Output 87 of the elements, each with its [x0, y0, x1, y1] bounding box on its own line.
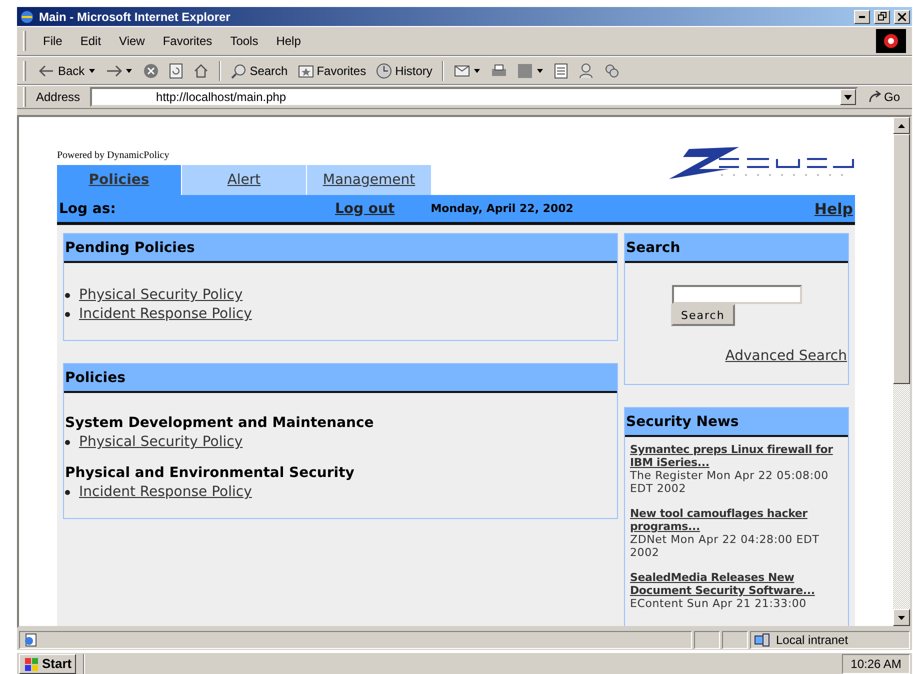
- logout-link[interactable]: Log out: [335, 200, 395, 216]
- forward-arrow-icon: [106, 64, 122, 76]
- policy-link[interactable]: Incident Response Policy: [79, 306, 252, 322]
- caret-icon: [473, 68, 482, 74]
- restore-icon: [878, 12, 886, 21]
- menu-item[interactable]: View: [112, 32, 152, 50]
- news-source-text: ZDNet Mon Apr 22 04:28:00 EDT 2002: [630, 533, 820, 559]
- caret-icon: [536, 68, 544, 74]
- bullet-icon: [65, 490, 70, 494]
- news-source-text: EContent Sun Apr 21 21:33:00: [630, 597, 808, 610]
- up-arrow-icon: [898, 124, 905, 128]
- minimize-icon: [859, 16, 865, 18]
- caret-icon: [124, 68, 133, 74]
- people-icon: [604, 62, 620, 78]
- menu-item[interactable]: Favorites: [156, 32, 220, 50]
- history-button[interactable]: History: [373, 60, 436, 80]
- down-arrow-icon: [898, 616, 905, 620]
- category-heading: System Development and Maintenance: [65, 415, 375, 431]
- panel-header: Policies: [64, 364, 617, 393]
- news-headline-link[interactable]: New tool camouflages hacker programs...: [630, 507, 844, 533]
- news-headline-link[interactable]: Symantec preps Linux firewall for IBM iSeries...: [630, 443, 844, 469]
- browser-logo: [876, 29, 906, 53]
- go-arrow-icon: [868, 90, 882, 104]
- close-button[interactable]: [894, 10, 910, 24]
- scroll-thumb[interactable]: [893, 134, 910, 384]
- printer-icon: [491, 62, 508, 78]
- stop-icon: [142, 62, 159, 78]
- nav-tab[interactable]: Policies: [57, 165, 181, 195]
- powered-by-text: Powered by DynamicPolicy: [57, 150, 170, 161]
- help-link[interactable]: Help: [814, 200, 853, 218]
- search-field[interactable]: [672, 285, 802, 304]
- advanced-search-link[interactable]: Advanced Search: [725, 348, 847, 364]
- person-icon: [578, 62, 594, 78]
- home-icon: [192, 62, 209, 78]
- policy-link[interactable]: Physical Security Policy: [79, 434, 243, 450]
- document-icon: [554, 62, 568, 78]
- favorites-button[interactable]: Favorites: [294, 62, 370, 80]
- nav-tab[interactable]: Management: [307, 165, 431, 195]
- news-source-text: The Register Mon Apr 22 05:08:00 EDT 2002: [630, 469, 830, 495]
- menu-item[interactable]: Help: [269, 32, 308, 50]
- go-button[interactable]: Go: [862, 90, 906, 104]
- zone-indicator: Local intranet: [750, 631, 910, 649]
- caret-icon: [88, 68, 96, 74]
- restore-button[interactable]: [874, 10, 890, 24]
- menu-item[interactable]: File: [36, 32, 70, 50]
- address-label: Address: [36, 90, 82, 104]
- scroll-down-button[interactable]: [893, 609, 910, 626]
- back-arrow-icon: [39, 64, 55, 76]
- category-heading: Physical and Environmental Security: [65, 465, 356, 481]
- policy-link[interactable]: Incident Response Policy: [79, 484, 252, 500]
- back-button[interactable]: Back: [36, 62, 99, 80]
- windows-logo-icon: [23, 656, 39, 670]
- bullet-icon: [65, 312, 70, 316]
- close-icon: [898, 12, 906, 20]
- search-icon: [230, 62, 247, 78]
- bullet-icon: [65, 440, 70, 444]
- window-title: Main - Microsoft Internet Explorer: [39, 10, 232, 24]
- nav-tab[interactable]: Alert: [182, 165, 306, 195]
- minimize-button[interactable]: [854, 10, 870, 24]
- menu-item[interactable]: Tools: [223, 32, 266, 50]
- clock-icon: [376, 62, 392, 78]
- dropdown-button[interactable]: [840, 89, 856, 105]
- log-as-label: Log as:: [59, 200, 117, 216]
- url-text: http://localhost/main.php: [156, 90, 286, 104]
- bullet-icon: [65, 292, 70, 298]
- start-button[interactable]: Start: [19, 654, 76, 674]
- scrollbar[interactable]: [893, 117, 910, 626]
- menu-item[interactable]: Edit: [73, 32, 108, 50]
- star-folder-icon: [298, 64, 314, 78]
- scroll-up-button[interactable]: [893, 117, 910, 134]
- status-panel: [694, 631, 720, 649]
- panel-header: Security News: [625, 408, 848, 437]
- search-button[interactable]: Search: [228, 60, 291, 80]
- search-submit-button[interactable]: Search: [671, 304, 735, 326]
- mail-icon: [454, 62, 470, 78]
- address-field[interactable]: http://localhost/main.php: [90, 87, 858, 107]
- panel-header: Pending Policies: [64, 234, 617, 263]
- refresh-icon: [168, 62, 183, 78]
- caret-icon: [844, 94, 852, 100]
- panel-header: Search: [625, 234, 848, 263]
- news-headline-link[interactable]: SealedMedia Releases New Document Security Software...: [630, 571, 844, 597]
- clock: 10:26 AM: [842, 654, 910, 674]
- policy-link[interactable]: Physical Security Policy: [79, 287, 243, 303]
- date-text: Monday, April 22, 2002: [430, 202, 574, 215]
- browser-icon: [19, 8, 35, 24]
- page-icon: [23, 632, 39, 648]
- status-panel: [722, 631, 748, 649]
